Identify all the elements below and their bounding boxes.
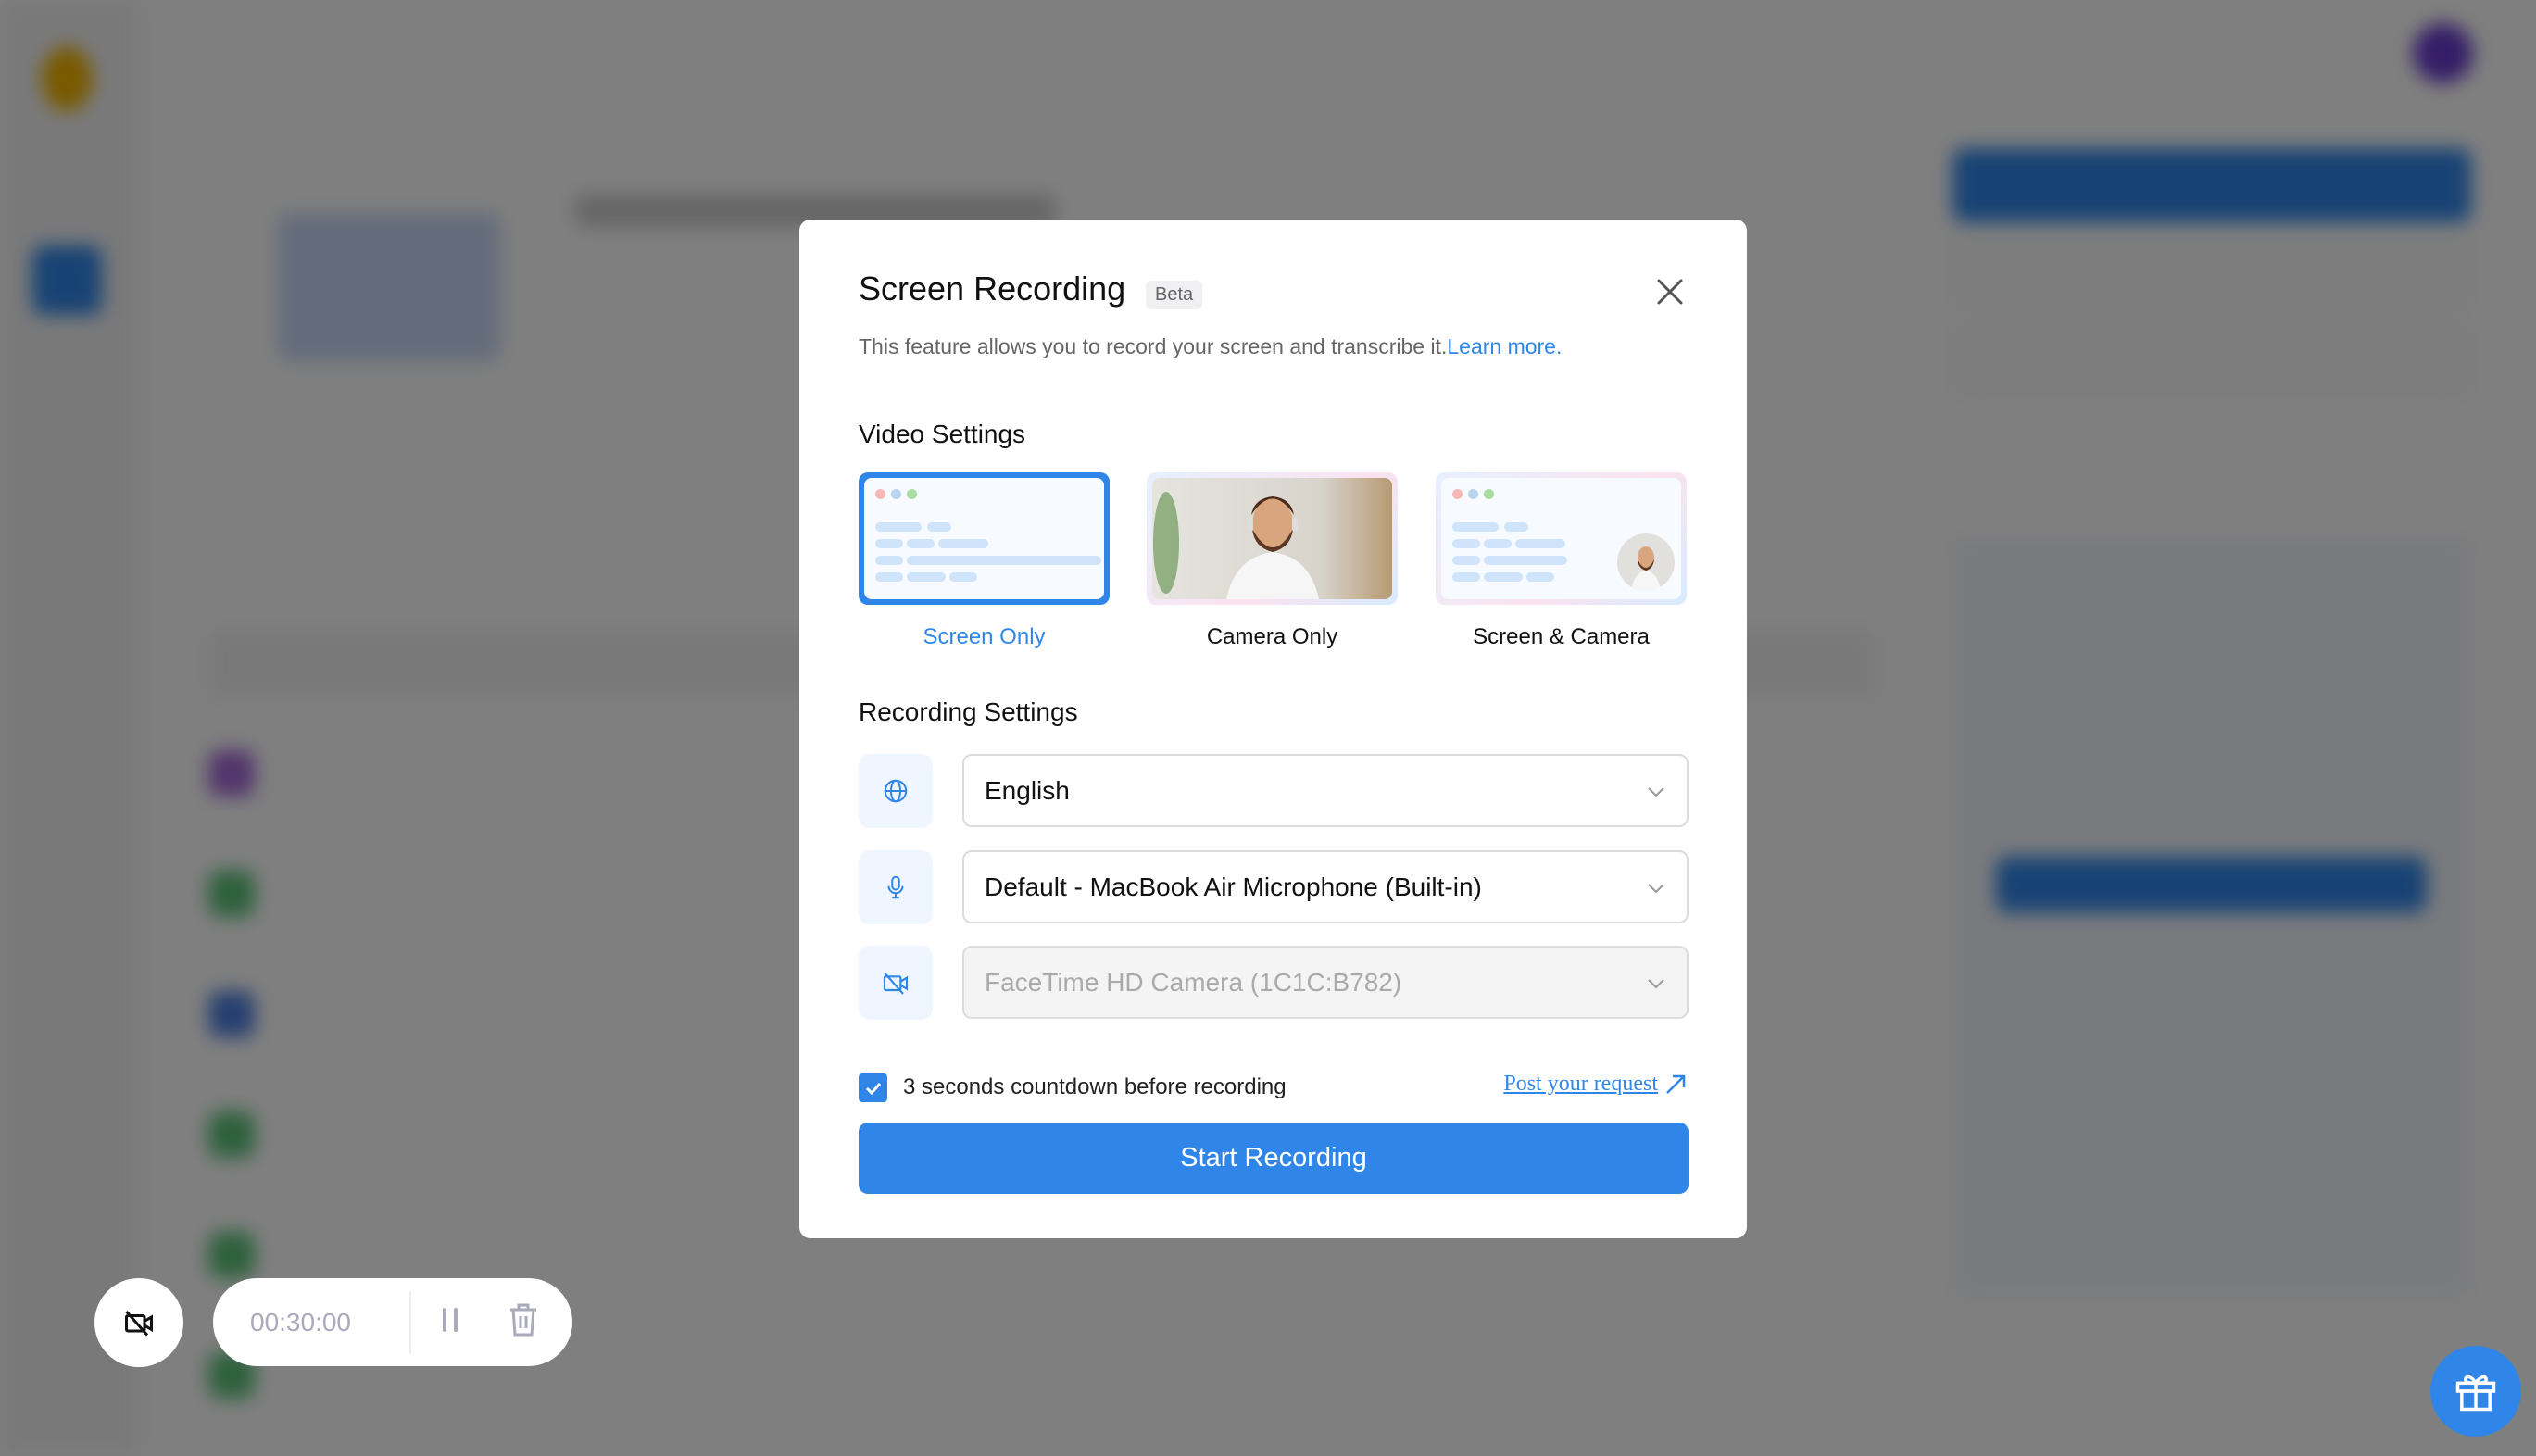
option-label-screen-and-camera[interactable]: Screen & Camera (1436, 624, 1687, 650)
countdown-label[interactable]: 3 seconds countdown before recording (903, 1074, 1287, 1100)
pause-icon (443, 1308, 458, 1332)
option-camera-only[interactable] (1147, 472, 1398, 605)
pause-button[interactable] (439, 1306, 461, 1338)
close-button[interactable] (1651, 273, 1689, 310)
divider (409, 1291, 411, 1353)
screen-preview-image (864, 478, 1104, 599)
dialog-title: Screen Recording (859, 270, 1126, 308)
screen-recording-dialog: Screen Recording Beta This feature allow… (799, 220, 1747, 1238)
camera-toggle-button[interactable] (94, 1278, 183, 1367)
recording-control-bar: 00:30:00 (213, 1278, 572, 1366)
option-label-camera-only[interactable]: Camera Only (1147, 624, 1398, 650)
video-settings-heading: Video Settings (859, 420, 1026, 448)
option-label-screen-only[interactable]: Screen Only (859, 624, 1110, 650)
microphone-icon (859, 850, 933, 924)
camera-off-icon (859, 946, 933, 1020)
chevron-down-icon (1648, 787, 1664, 797)
external-arrow-icon (1666, 1074, 1686, 1094)
close-icon (1657, 279, 1683, 305)
post-request-link[interactable]: Post your request (1503, 1072, 1688, 1097)
delete-button[interactable] (508, 1302, 539, 1342)
chevron-down-icon (1648, 979, 1664, 989)
gift-button[interactable] (2430, 1346, 2521, 1437)
learn-more-link[interactable]: Learn more. (1447, 334, 1562, 358)
camera-select[interactable]: FaceTime HD Camera (1C1C:B782) (962, 946, 1689, 1019)
camera-off-icon (125, 1311, 153, 1337)
recording-timer: 00:30:00 (250, 1307, 351, 1337)
beta-badge: Beta (1146, 281, 1203, 309)
gift-icon (2455, 1374, 2496, 1412)
recording-settings-heading: Recording Settings (859, 697, 1078, 726)
option-screen-only[interactable] (859, 472, 1110, 605)
microphone-select[interactable]: Default - MacBook Air Microphone (Built-… (962, 850, 1689, 923)
option-screen-and-camera[interactable] (1436, 472, 1687, 605)
language-select[interactable]: English (962, 754, 1689, 827)
dialog-description: This feature allows you to record your s… (859, 334, 1563, 358)
countdown-checkbox[interactable] (859, 1073, 887, 1102)
globe-icon (859, 754, 933, 828)
camera-preview-image (1152, 478, 1392, 599)
start-recording-button[interactable]: Start Recording (859, 1123, 1689, 1194)
checkmark-icon (865, 1082, 881, 1095)
screen-camera-preview-image (1441, 478, 1681, 599)
trash-icon (510, 1303, 536, 1337)
chevron-down-icon (1648, 884, 1664, 894)
